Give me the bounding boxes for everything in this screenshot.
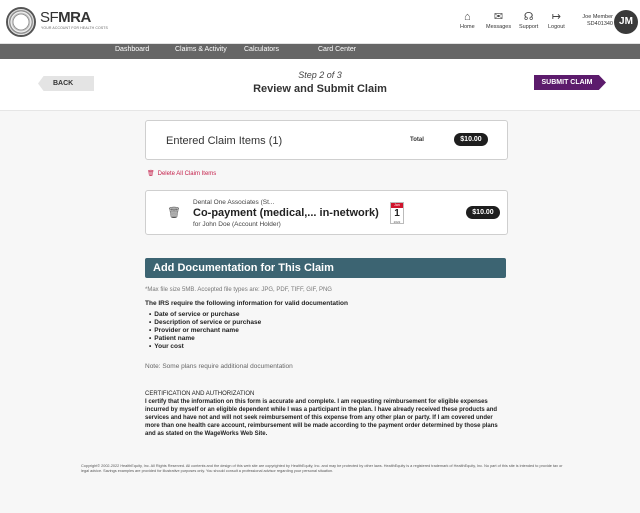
main-content (0, 111, 640, 513)
list-item: Your cost (149, 343, 261, 351)
claim-amount-badge: $10.00 (466, 206, 500, 219)
total-label: Total (410, 137, 424, 143)
documentation-note: Note: Some plans require additional docu… (145, 363, 293, 370)
user-id: SD401340 (587, 21, 613, 27)
calendar-icon: Jan 1 2022 (390, 202, 404, 224)
main-nav: Dashboard Claims & Activity Calculators … (0, 44, 640, 59)
calendar-year: 2022 (393, 220, 401, 224)
irs-requirements-list: Date of service or purchase Description … (149, 311, 261, 351)
topnav-support[interactable]: ☊ Support (519, 10, 538, 30)
list-item: Patient name (149, 335, 261, 343)
list-item: Provider or merchant name (149, 327, 261, 335)
home-icon: ⌂ (464, 11, 471, 23)
user-name: Joe Member (582, 14, 613, 20)
topnav-home-label: Home (460, 24, 475, 30)
brand-prefix: SF (40, 9, 59, 26)
brand-bold: MRA (58, 9, 91, 26)
nav-calculators[interactable]: Calculators (244, 46, 279, 53)
top-header: SFMRA YOUR ACCOUNT FOR HEALTH COSTS ⌂ Ho… (0, 0, 640, 44)
certification-body: I certify that the information on this f… (145, 399, 498, 437)
certification-heading: CERTIFICATION AND AUTHORIZATION (145, 391, 255, 397)
brand-logo[interactable]: SFMRA (40, 9, 91, 26)
file-type-note: *Max file size 5MB. Accepted file types … (145, 287, 332, 293)
avatar[interactable]: JM (614, 10, 638, 34)
total-amount-badge: $10.00 (454, 133, 488, 146)
copyright-footer: Copyright© 2002-2022 HealthEquity, Inc. … (81, 464, 563, 473)
list-item: Date of service or purchase (149, 311, 261, 319)
topnav-support-label: Support (519, 24, 539, 30)
irs-heading: The IRS require the following informatio… (145, 300, 348, 307)
topnav-messages[interactable]: ✉ Messages (486, 10, 511, 30)
calendar-day: 1 (394, 208, 400, 219)
entered-claims-title: Entered Claim Items (1) (166, 135, 283, 147)
topnav-messages-label: Messages (486, 24, 512, 30)
claim-item-card[interactable]: 🗑 Dental One Associates (St... Co-paymen… (145, 190, 508, 235)
nav-card-center[interactable]: Card Center (318, 46, 356, 53)
delete-item-trash-icon[interactable]: 🗑 (167, 206, 181, 219)
entered-claims-card: Entered Claim Items (1) Total $10.00 (145, 120, 508, 160)
headset-icon: ☊ (523, 11, 534, 23)
add-documentation-header: Add Documentation for This Claim (145, 258, 506, 278)
messages-icon: ✉ (493, 11, 504, 23)
nav-dashboard[interactable]: Dashboard (115, 46, 149, 53)
list-item: Description of service or purchase (149, 319, 261, 327)
trash-icon: 🗑 (147, 171, 155, 177)
delete-all-link[interactable]: 🗑 Delete All Claim Items (147, 170, 216, 177)
topnav-home[interactable]: ⌂ Home (460, 10, 475, 30)
seal-logo-icon (6, 7, 36, 37)
claim-provider: Dental One Associates (St... (193, 199, 275, 206)
claim-patient: for John Doe (Account Holder) (193, 221, 281, 228)
submit-claim-button[interactable]: SUBMIT CLAIM (534, 75, 606, 90)
claim-item-title: Co-payment (medical,... in-network) (193, 207, 379, 219)
user-info[interactable]: Joe Member SD401340 (563, 14, 613, 28)
nav-claims-activity[interactable]: Claims & Activity (175, 46, 227, 53)
delete-all-label: Delete All Claim Items (157, 171, 217, 177)
brand-tagline: YOUR ACCOUNT FOR HEALTH COSTS (41, 26, 108, 30)
